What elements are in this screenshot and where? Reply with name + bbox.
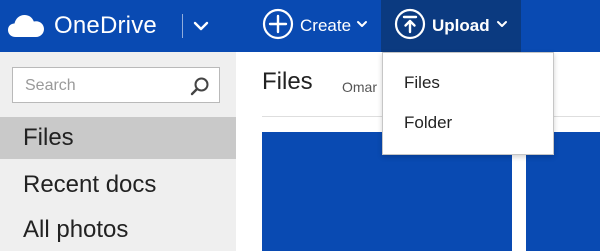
upload-circle-icon bbox=[394, 8, 426, 45]
upload-button[interactable]: Upload bbox=[381, 0, 521, 52]
upload-menu-item-folder[interactable]: Folder bbox=[404, 113, 452, 133]
upload-label: Upload bbox=[432, 16, 490, 35]
create-label: Create bbox=[300, 16, 352, 35]
plus-circle-icon bbox=[262, 8, 294, 45]
upload-menu: Files Folder bbox=[382, 52, 554, 155]
sidebar: Files Recent docs All photos bbox=[0, 52, 236, 251]
app-name: OneDrive bbox=[54, 12, 157, 39]
search-box bbox=[12, 67, 220, 103]
chevron-down-icon bbox=[356, 17, 368, 35]
search-icon[interactable] bbox=[190, 76, 210, 101]
owner-breadcrumb[interactable]: Omar bbox=[342, 79, 377, 95]
sidebar-item-all-photos[interactable]: All photos bbox=[0, 209, 236, 251]
cloud-logo-icon bbox=[6, 13, 46, 39]
top-bar: OneDrive Create Upload bbox=[0, 0, 600, 52]
page-title: Files bbox=[262, 68, 313, 95]
chevron-down-icon bbox=[496, 17, 508, 35]
sidebar-item-recent-docs[interactable]: Recent docs bbox=[0, 164, 236, 206]
divider bbox=[182, 14, 183, 38]
search-input[interactable] bbox=[23, 74, 187, 98]
chevron-down-icon[interactable] bbox=[192, 17, 210, 40]
create-button[interactable]: Create bbox=[262, 0, 368, 52]
onedrive-logo[interactable]: OneDrive bbox=[6, 11, 157, 41]
sidebar-item-files[interactable]: Files bbox=[0, 117, 236, 159]
upload-menu-item-files[interactable]: Files bbox=[404, 73, 440, 93]
